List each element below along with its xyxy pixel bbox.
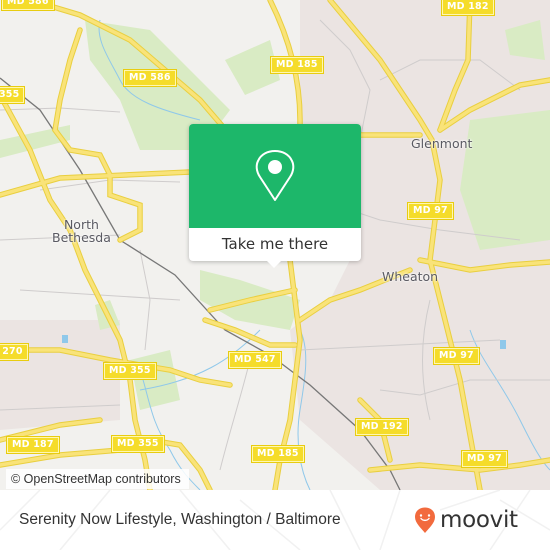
- place-label-glenmont: Glenmont: [411, 136, 473, 151]
- place-label-line-2: Bethesda: [52, 230, 111, 245]
- road-shield-md355: MD 355: [112, 436, 164, 452]
- road-shield-md586: MD 586: [124, 70, 176, 86]
- road-shield-md97: MD 97: [462, 451, 507, 467]
- map-attribution[interactable]: © OpenStreetMap contributors: [6, 469, 189, 489]
- take-me-there-button[interactable]: Take me there: [189, 228, 361, 261]
- road-shield-md187: MD 187: [7, 437, 59, 453]
- road-shield-md185: MD 185: [252, 446, 304, 462]
- road-shield-md185: MD 185: [271, 57, 323, 73]
- location-title: Serenity Now Lifestyle, Washington / Bal…: [19, 511, 341, 528]
- road-shield-md182: MD 182: [442, 0, 494, 15]
- popup-header: [189, 124, 361, 228]
- road-shield-i270: I 270: [0, 344, 28, 360]
- map[interactable]: North Bethesda Glenmont Wheaton MD 586 M…: [0, 0, 550, 490]
- popup-pointer: [267, 261, 281, 268]
- road-shield-md355: MD 355: [104, 363, 156, 379]
- footer: Serenity Now Lifestyle, Washington / Bal…: [0, 490, 550, 550]
- map-pin-icon: [255, 150, 295, 201]
- road-shield-md97: MD 97: [408, 203, 453, 219]
- road-shield-md97: MD 97: [434, 348, 479, 364]
- place-label-wheaton: Wheaton: [382, 269, 439, 284]
- moovit-logo[interactable]: moovit: [413, 505, 518, 535]
- pond: [500, 340, 506, 349]
- pond: [62, 335, 68, 343]
- road-shield-md192: MD 192: [356, 419, 408, 435]
- road-shield-md547: MD 547: [229, 352, 281, 368]
- place-label-north-bethesda: North Bethesda: [52, 218, 111, 244]
- location-popup: Take me there: [189, 124, 361, 268]
- road-shield-md586: MD 586: [2, 0, 54, 10]
- moovit-wordmark: moovit: [440, 507, 518, 533]
- road-shield-md355: 355: [0, 87, 25, 103]
- moovit-smiley-pin-icon: [415, 507, 435, 533]
